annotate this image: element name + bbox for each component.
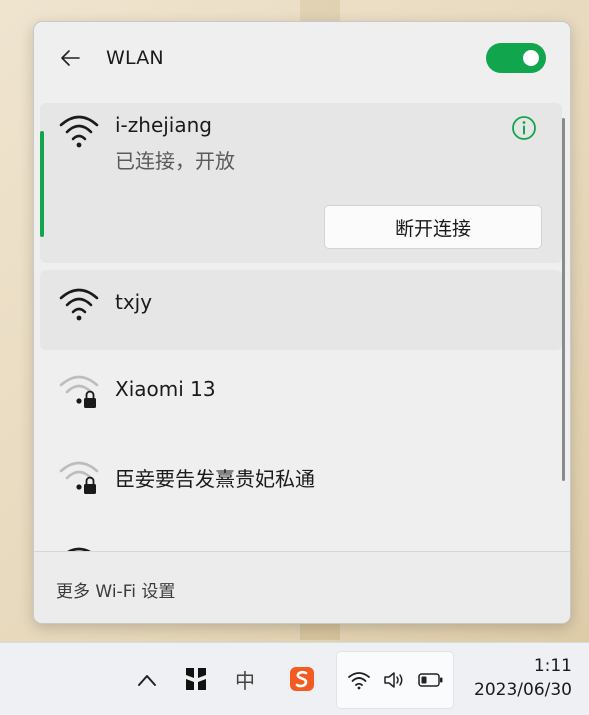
wifi-strong-icon [59, 115, 99, 148]
wifi-weak-lock-icon [59, 375, 99, 408]
flyout-header: WLAN [34, 22, 570, 94]
wifi-weak-lock-icon [59, 461, 99, 494]
network-item[interactable]: Xiaomi 13 [40, 357, 562, 437]
wifi-tray-button[interactable] [345, 666, 373, 694]
battery-icon [418, 673, 443, 687]
info-icon[interactable] [510, 114, 538, 142]
flyout-footer: 更多 Wi-Fi 设置 [34, 551, 570, 623]
disconnect-button[interactable]: 断开连接 [324, 205, 542, 249]
network-name: i-zhejiang [115, 113, 212, 137]
clock-date: 2023/06/30 [474, 680, 572, 700]
quick-settings-tray[interactable] [336, 651, 454, 709]
scrollbar-thumb[interactable] [562, 118, 565, 481]
toggle-knob [523, 50, 539, 66]
show-hidden-icons-button[interactable] [133, 666, 161, 694]
network-status: 已连接，开放 [115, 149, 235, 173]
sogou-button[interactable] [286, 663, 318, 695]
clock-time: 1:11 [533, 656, 572, 676]
network-name: Xiaomi 13 [115, 377, 216, 401]
wifi-tray-icon [348, 672, 370, 690]
clock[interactable]: 1:11 2023/06/30 [462, 655, 572, 705]
back-button[interactable] [56, 44, 84, 72]
network-item-connected[interactable]: i-zhejiang 已连接，开放 断开连接 [40, 103, 562, 263]
network-item-partial[interactable] [40, 529, 562, 551]
network-item[interactable]: 臣妾要告发熹贵妃私通 [40, 443, 562, 523]
pinyin-ime-button[interactable] [180, 663, 212, 695]
taskbar: 中 1:11 2023/06/30 [0, 642, 589, 715]
wlan-flyout: WLAN i-zhejiang 已连接，开放 断开连接 txjy Xiaomi … [33, 21, 571, 624]
wifi-strong-icon [59, 288, 99, 321]
ime-mode-button[interactable]: 中 [228, 663, 262, 695]
flyout-title: WLAN [106, 47, 164, 69]
pinyin-ime-icon [186, 668, 206, 690]
network-name: 臣妾要告发熹贵妃私通 [115, 467, 315, 491]
wifi-toggle[interactable] [486, 43, 546, 73]
network-name: txjy [115, 290, 153, 314]
wifi-strong-icon [67, 547, 91, 551]
network-list: i-zhejiang 已连接，开放 断开连接 txjy Xiaomi 13 臣妾… [40, 103, 562, 551]
volume-button[interactable] [381, 666, 409, 694]
battery-button[interactable] [417, 666, 445, 694]
chevron-up-icon [138, 675, 156, 686]
more-wifi-settings-link[interactable]: 更多 Wi-Fi 设置 [56, 577, 175, 602]
volume-icon [384, 672, 403, 688]
back-arrow-icon [61, 50, 80, 66]
network-item[interactable]: txjy [40, 270, 562, 350]
selected-accent-bar [40, 131, 44, 237]
sogou-icon [290, 667, 314, 691]
